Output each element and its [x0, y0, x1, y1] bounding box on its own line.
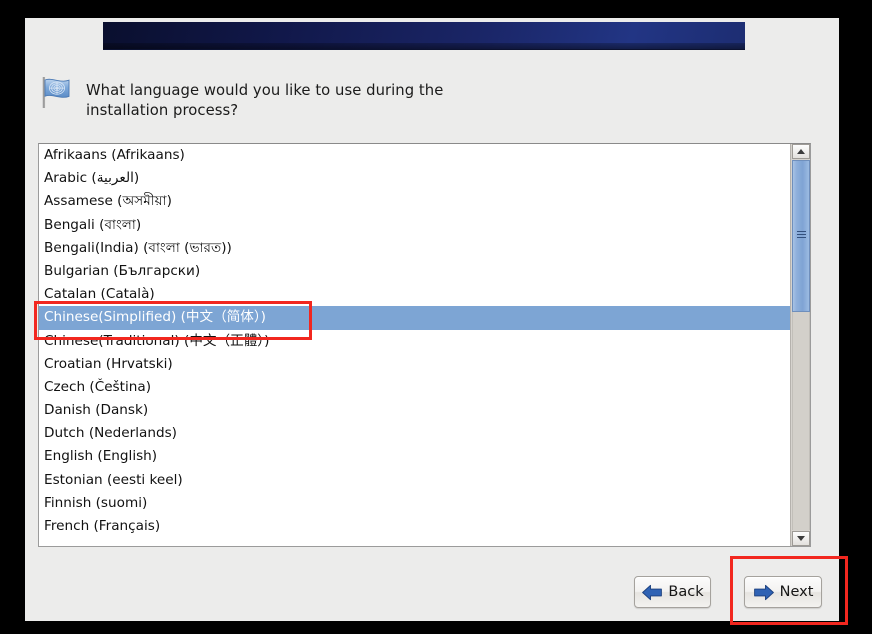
chevron-up-icon [797, 149, 805, 154]
language-list-item[interactable]: French (Français) [39, 515, 791, 538]
arrow-right-icon [753, 584, 774, 600]
arrow-left-icon [642, 584, 663, 600]
language-list-item[interactable]: Danish (Dansk) [39, 399, 791, 422]
language-listbox[interactable]: Afrikaans (Afrikaans) Arabic (العربية) Ass… [38, 143, 811, 547]
language-list-item[interactable]: Arabic (العربية) [39, 167, 791, 190]
back-button[interactable]: Back [634, 576, 711, 608]
language-list-item[interactable]: Chinese(Simplified) (中文（简体）) [39, 306, 791, 330]
language-list-item[interactable]: Croatian (Hrvatski) [39, 353, 791, 376]
footer-bar: Back Next [25, 561, 839, 621]
language-list-item[interactable]: Catalan (Català) [39, 283, 791, 306]
language-list-items[interactable]: Afrikaans (Afrikaans) Arabic (العربية) Ass… [39, 144, 791, 546]
screenshot-root: What language would you like to use duri… [0, 0, 872, 634]
language-list-item[interactable]: Estonian (eesti keel) [39, 469, 791, 492]
scrollbar-up-button[interactable] [792, 144, 810, 159]
question-line-2: installation process? [86, 101, 239, 119]
language-list-item[interactable]: Afrikaans (Afrikaans) [39, 144, 791, 167]
language-list-item[interactable]: Bengali (বাংলা) [39, 214, 791, 237]
language-list-item[interactable]: Dutch (Nederlands) [39, 422, 791, 445]
installer-banner [103, 22, 745, 50]
header-row: What language would you like to use duri… [36, 72, 736, 120]
installer-window: What language would you like to use duri… [25, 18, 839, 621]
chevron-down-icon [797, 536, 805, 541]
scrollbar-down-button[interactable] [792, 531, 810, 546]
scrollbar-grip-icon [797, 231, 806, 241]
page-title: What language would you like to use duri… [86, 72, 443, 120]
question-line-1: What language would you like to use duri… [86, 82, 444, 99]
next-button[interactable]: Next [744, 576, 822, 608]
next-button-label: Next [779, 584, 814, 600]
list-scrollbar[interactable] [790, 144, 810, 546]
language-list-item[interactable]: Assamese (অসমীয়া) [39, 190, 791, 213]
scrollbar-thumb[interactable] [792, 160, 810, 312]
language-list-item[interactable]: Bulgarian (Български) [39, 260, 791, 283]
banner-shadow-strip [103, 43, 745, 49]
language-list-item[interactable]: Finnish (suomi) [39, 492, 791, 515]
language-list-item[interactable]: Chinese(Traditional) (中文（正體）) [39, 330, 791, 353]
language-list-item[interactable]: Bengali(India) (বাংলা (ভারত)) [39, 237, 791, 260]
language-list-item[interactable]: English (English) [39, 445, 791, 468]
back-button-label: Back [668, 584, 704, 600]
flag-icon [42, 77, 70, 108]
language-list-item[interactable]: Czech (Čeština) [39, 376, 791, 399]
scrollbar-track[interactable] [792, 312, 810, 530]
